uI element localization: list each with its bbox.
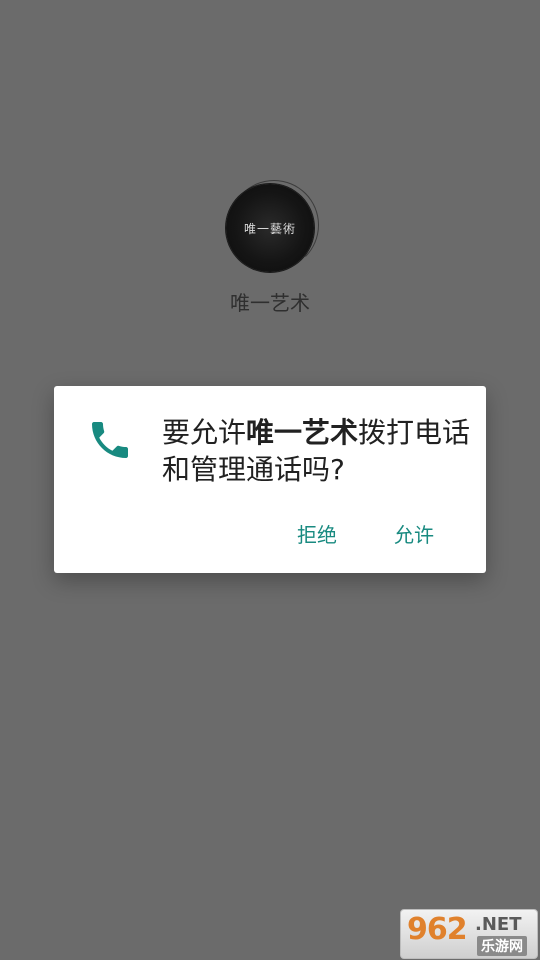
dialog-actions: 拒绝 允许 <box>54 493 486 573</box>
deny-button[interactable]: 拒绝 <box>287 515 347 552</box>
watermark-suffix: .NET <box>475 914 522 935</box>
app-logo: 唯一藝術 <box>226 184 314 272</box>
app-logo-text: 唯一藝術 <box>243 221 296 236</box>
watermark-number: 962 <box>407 912 468 947</box>
watermark-subtitle: 乐游网 <box>477 936 527 956</box>
watermark-logo: 962 .NET 乐游网 <box>400 909 538 959</box>
message-app-name: 唯一艺术 <box>246 416 359 449</box>
dialog-message: 要允许唯一艺术拨打电话和管理通话吗? <box>162 414 472 488</box>
message-prefix: 要允许 <box>162 416 247 449</box>
allow-button[interactable]: 允许 <box>384 515 444 552</box>
permission-dialog: 要允许唯一艺术拨打电话和管理通话吗? 拒绝 允许 <box>54 386 486 573</box>
app-name: 唯一艺术 <box>230 291 310 315</box>
phone-icon <box>92 422 128 458</box>
